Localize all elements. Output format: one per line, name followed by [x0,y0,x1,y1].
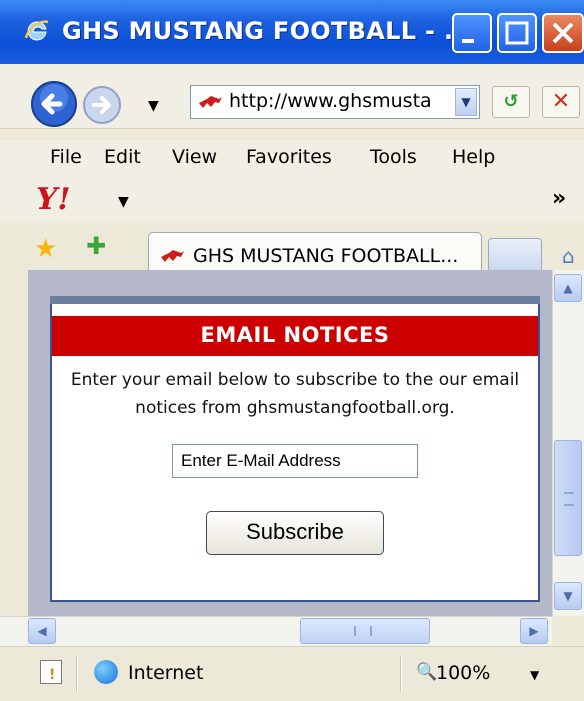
scroll-down-icon[interactable]: ▼ [554,582,582,610]
close-icon [552,22,574,44]
zoom-icon[interactable]: 🔍 [416,662,437,682]
menu-view[interactable]: View [172,146,217,168]
address-bar[interactable]: http://www.ghsmusta ▼ [190,85,480,119]
scroll-right-icon[interactable]: ▶ [520,618,548,644]
forward-button[interactable] [82,85,122,125]
close-button[interactable] [542,13,584,53]
status-separator [76,656,78,692]
stop-button[interactable]: ✕ [542,86,580,118]
window-title: GHS MUSTANG FOOTBALL - ... [62,17,473,45]
zoom-dropdown-icon[interactable]: ▼ [530,668,539,682]
widget-title: EMAIL NOTICES [200,323,390,347]
yahoo-dropdown-icon[interactable]: ▼ [118,194,129,210]
refresh-button[interactable]: ↺ [492,86,530,118]
new-tab-button[interactable] [488,238,542,272]
scroll-grip-icon [354,626,372,636]
menu-favorites[interactable]: Favorites [246,146,332,168]
subscribe-button[interactable]: Subscribe [206,511,384,555]
widget-top-strip [50,296,540,304]
status-zone[interactable]: Internet [128,662,203,684]
left-gutter [0,270,28,616]
stop-icon: ✕ [551,89,571,114]
menu-file[interactable]: File [50,146,82,168]
mustang-favicon-icon [199,96,222,108]
address-text: http://www.ghsmusta [229,90,432,112]
internet-explorer-icon [24,20,49,41]
horizontal-scrollbar[interactable] [0,616,552,647]
widget-description: Enter your email below to subscribe to t… [70,370,520,418]
favorites-star-icon[interactable]: ★ [34,234,57,264]
mustang-favicon-icon [161,250,184,262]
menu-help[interactable]: Help [452,146,495,168]
status-bar [0,646,584,701]
minimize-button[interactable] [452,13,492,53]
menu-tools[interactable]: Tools [370,146,417,168]
page-warning-icon [40,660,62,684]
scroll-left-icon[interactable]: ◀ [28,618,56,644]
address-dropdown-icon[interactable]: ▼ [455,88,477,116]
maximize-icon [505,21,529,45]
home-icon[interactable]: ⌂ [562,244,575,268]
minimize-icon [462,39,474,43]
tab-active[interactable]: GHS MUSTANG FOOTBALL... [148,232,482,274]
status-separator [400,656,402,692]
maximize-button[interactable] [497,13,537,53]
yahoo-logo-button[interactable]: Y! [36,182,71,217]
refresh-icon: ↺ [503,91,519,112]
toolbar-overflow-button[interactable]: » [552,186,566,211]
tab-label: GHS MUSTANG FOOTBALL... [193,245,459,267]
email-field[interactable] [172,444,418,478]
internet-zone-icon [94,660,118,684]
history-dropdown-icon[interactable]: ▼ [148,98,159,114]
menu-edit[interactable]: Edit [104,146,141,168]
back-button[interactable] [30,80,78,128]
yahoo-toolbar [0,178,584,223]
scroll-grip-icon [564,492,574,506]
scroll-up-icon[interactable]: ▲ [554,274,582,302]
zoom-level[interactable]: 100% [436,662,490,684]
add-favorites-icon[interactable]: ✚ [86,232,106,260]
scroll-corner [552,616,584,646]
